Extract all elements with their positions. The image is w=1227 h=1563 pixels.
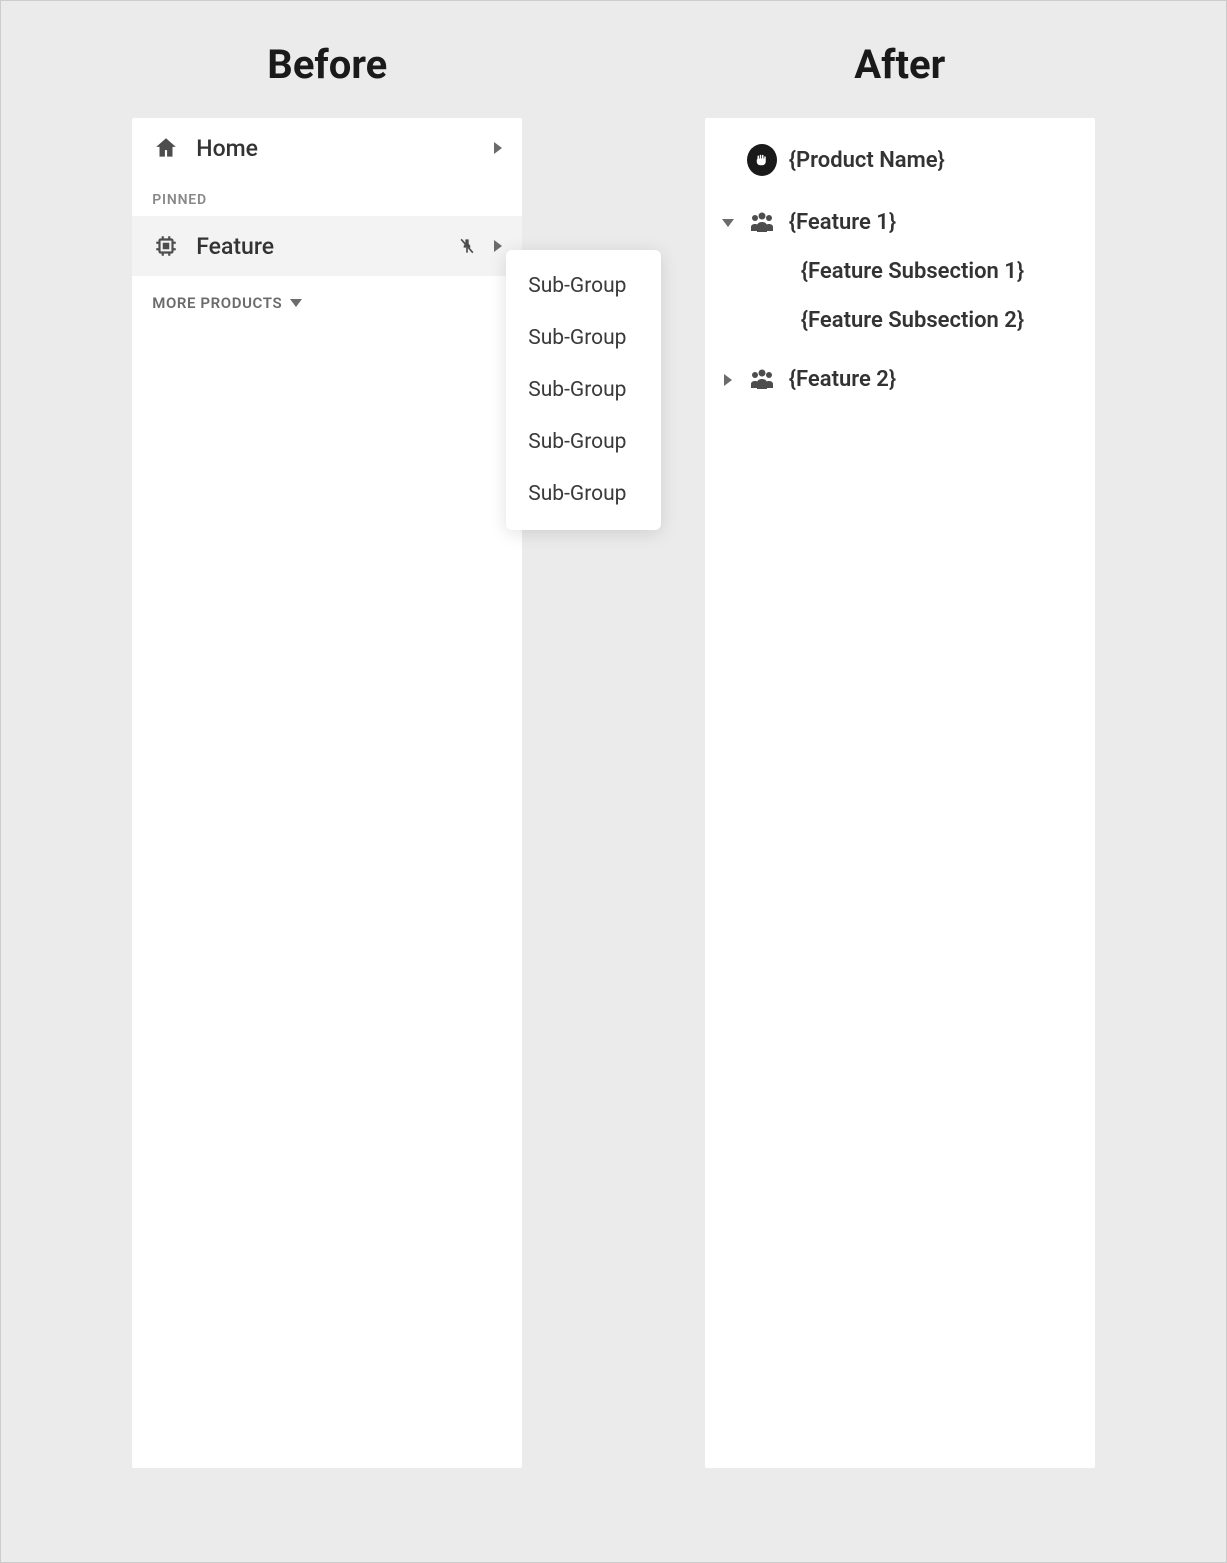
product-name-label: {Product Name}	[789, 148, 945, 173]
caret-collapsed-icon[interactable]	[721, 374, 735, 386]
subgroup-item[interactable]: Sub-Group	[506, 416, 661, 468]
before-heading: Before	[267, 41, 387, 88]
people-icon	[747, 368, 777, 392]
pinned-section-label: PINNED	[132, 178, 522, 216]
subsection-1-label: {Feature Subsection 1}	[801, 259, 1024, 284]
feature-1-label: {Feature 1}	[789, 210, 896, 235]
subsection-2-label: {Feature Subsection 2}	[801, 308, 1024, 333]
subgroup-item[interactable]: Sub-Group	[506, 468, 661, 520]
tree-item-feature-1[interactable]: {Feature 1}	[713, 198, 1087, 247]
subgroup-item[interactable]: Sub-Group	[506, 312, 661, 364]
feature-2-label: {Feature 2}	[789, 367, 896, 392]
chevron-right-icon	[494, 142, 502, 154]
tree-item-feature-2[interactable]: {Feature 2}	[713, 355, 1087, 404]
before-panel: Home PINNED Feature MORE PRODUCTS	[132, 118, 522, 1468]
nav-label-feature: Feature	[196, 233, 440, 260]
product-icon	[747, 144, 777, 176]
more-products-toggle[interactable]: MORE PRODUCTS	[132, 276, 522, 330]
nav-label-home: Home	[196, 135, 478, 162]
nav-item-home[interactable]: Home	[132, 118, 522, 178]
after-panel: {Product Name} {Feature 1} {Feature Subs…	[705, 118, 1095, 1468]
tree-subitem-1[interactable]: {Feature Subsection 1}	[713, 247, 1087, 296]
unpin-icon[interactable]	[456, 232, 478, 260]
chip-icon	[152, 232, 180, 260]
tree-subitem-2[interactable]: {Feature Subsection 2}	[713, 296, 1087, 345]
subgroup-item[interactable]: Sub-Group	[506, 260, 661, 312]
people-icon	[747, 211, 777, 235]
tree-item-product[interactable]: {Product Name}	[713, 132, 1087, 188]
home-icon	[152, 134, 180, 162]
feature-submenu-flyout: Sub-Group Sub-Group Sub-Group Sub-Group …	[506, 250, 661, 530]
chevron-right-icon	[494, 240, 502, 252]
after-column: After {Product Name}	[634, 31, 1167, 1468]
nav-item-feature[interactable]: Feature	[132, 216, 522, 276]
more-products-label: MORE PRODUCTS	[152, 294, 282, 312]
subgroup-item[interactable]: Sub-Group	[506, 364, 661, 416]
before-column: Before Home PINNED Feature	[61, 31, 594, 1468]
chevron-down-icon	[290, 299, 302, 307]
caret-expanded-icon[interactable]	[721, 219, 735, 227]
after-heading: After	[854, 41, 945, 88]
